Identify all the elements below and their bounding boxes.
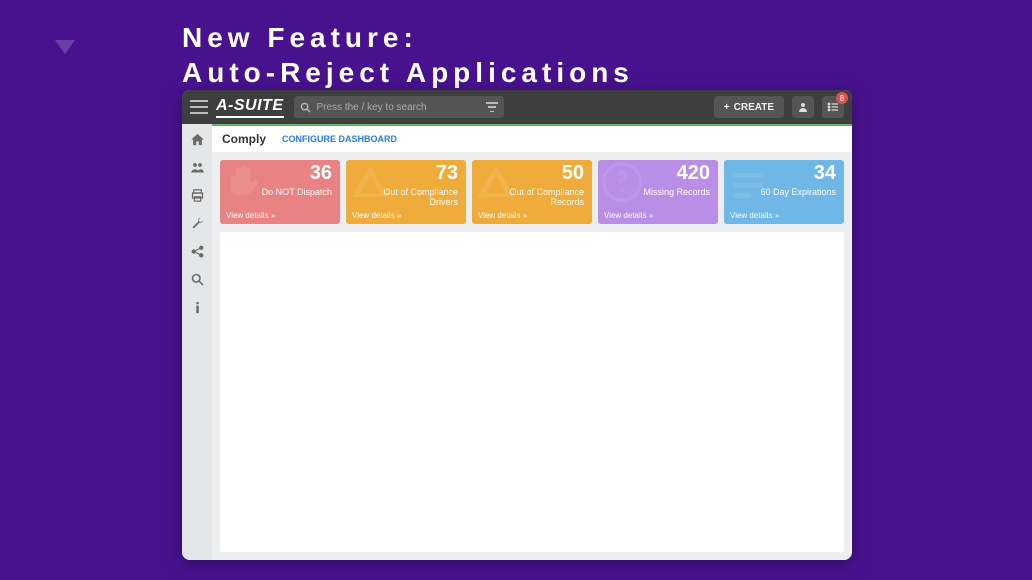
search-filter-button[interactable] (486, 102, 498, 112)
sidebar-info[interactable] (188, 298, 206, 316)
card-60-day-expirations[interactable]: 34 60 Day Expirations View details » (724, 160, 844, 224)
configure-dashboard-link[interactable]: CONFIGURE DASHBOARD (282, 134, 397, 144)
card-do-not-dispatch[interactable]: 36 Do NOT Dispatch View details » (220, 160, 340, 224)
plus-icon: + (724, 102, 730, 113)
wrench-icon (190, 216, 205, 231)
magnifier-icon (190, 272, 205, 287)
card-value: 36 (310, 162, 332, 185)
card-missing-records[interactable]: 420 Missing Records View details » (598, 160, 718, 224)
search-icon (300, 102, 311, 113)
card-out-of-compliance-records[interactable]: 50 Out of Compliance Records View detail… (472, 160, 592, 224)
users-icon (190, 160, 205, 175)
sidebar-settings[interactable] (188, 214, 206, 232)
card-out-of-compliance-drivers[interactable]: 73 Out of Compliance Drivers View detail… (346, 160, 466, 224)
sidebar-share[interactable] (188, 242, 206, 260)
app-body: Comply CONFIGURE DASHBOARD 36 Do NOT Dis… (182, 124, 852, 560)
card-value: 34 (814, 162, 836, 185)
brand-logo: A-SUITE (216, 97, 284, 118)
main-content: Comply CONFIGURE DASHBOARD 36 Do NOT Dis… (212, 124, 852, 560)
search-wrap (294, 96, 504, 118)
page-header: Comply CONFIGURE DASHBOARD (212, 124, 852, 152)
view-details-link[interactable]: View details » (226, 211, 275, 220)
page-title: Comply (222, 132, 266, 146)
card-label: 60 Day Expirations (760, 188, 836, 198)
card-value: 420 (677, 162, 710, 185)
view-details-link[interactable]: View details » (604, 211, 653, 220)
notifications-button[interactable]: 8 (822, 96, 844, 118)
hand-icon (224, 162, 264, 202)
slide-title: New Feature: Auto-Reject Applications (182, 20, 634, 90)
user-icon (797, 101, 809, 113)
view-details-link[interactable]: View details » (352, 211, 401, 220)
card-label: Missing Records (643, 188, 710, 198)
card-value: 73 (436, 162, 458, 185)
info-icon (190, 300, 205, 315)
create-button[interactable]: + CREATE (714, 96, 784, 118)
sidebar-print[interactable] (188, 186, 206, 204)
card-label: Out of Compliance Drivers (368, 188, 458, 208)
cards-row: 36 Do NOT Dispatch View details » 73 Out… (212, 152, 852, 224)
app-window: A-SUITE + CREATE 8 (182, 90, 852, 560)
sidebar-home[interactable] (188, 130, 206, 148)
print-icon (190, 188, 205, 203)
sidebar-users[interactable] (188, 158, 206, 176)
user-menu-button[interactable] (792, 96, 814, 118)
share-icon (190, 244, 205, 259)
view-details-link[interactable]: View details » (730, 211, 779, 220)
search-input[interactable] (317, 102, 480, 113)
card-label: Out of Compliance Records (494, 188, 584, 208)
create-label: CREATE (734, 102, 774, 113)
slide-marker-icon (55, 40, 75, 54)
view-details-link[interactable]: View details » (478, 211, 527, 220)
card-label: Do NOT Dispatch (262, 188, 332, 198)
card-value: 50 (562, 162, 584, 185)
sidebar (182, 124, 212, 560)
topbar: A-SUITE + CREATE 8 (182, 90, 852, 124)
list-icon (827, 101, 839, 113)
slide-title-line2: Auto-Reject Applications (182, 55, 634, 90)
menu-button[interactable] (190, 100, 208, 114)
home-icon (190, 132, 205, 147)
notification-badge: 8 (836, 92, 848, 104)
sidebar-search[interactable] (188, 270, 206, 288)
slide-title-line1: New Feature: (182, 20, 634, 55)
question-icon (602, 162, 642, 202)
content-area (220, 232, 844, 552)
